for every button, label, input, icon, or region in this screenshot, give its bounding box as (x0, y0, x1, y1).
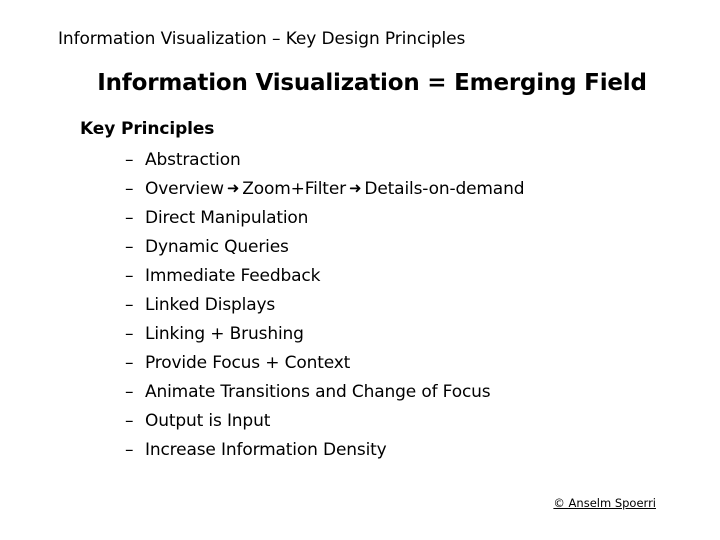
bullet-dash-icon: – (125, 353, 134, 373)
bullet-dash-icon: – (125, 237, 134, 257)
list-item-label-part1: Overview (145, 179, 224, 199)
bullet-dash-icon: – (125, 295, 134, 315)
bullet-dash-icon: – (125, 150, 134, 170)
list-item-label: Linked Displays (145, 295, 276, 315)
slide-body: Key Principles – Abstraction – Overview … (80, 117, 680, 465)
list-item-label: Increase Information Density (145, 440, 387, 460)
list-item: – Provide Focus + Context (80, 349, 680, 378)
slide-header: Information Visualization – Key Design P… (58, 29, 466, 49)
bullet-dash-icon: – (125, 324, 134, 344)
right-arrow-icon: ➜ (348, 179, 362, 197)
list-item: – Overview ➜ Zoom+Filter ➜ Details-on-de… (80, 175, 680, 204)
list-item-label: Provide Focus + Context (145, 353, 351, 373)
list-item-label: Linking + Brushing (145, 324, 304, 344)
slide-title: Information Visualization = Emerging Fie… (97, 70, 647, 96)
list-item: – Linking + Brushing (80, 320, 680, 349)
list-item: – Dynamic Queries (80, 233, 680, 262)
list-item: – Direct Manipulation (80, 204, 680, 233)
list-item: – Increase Information Density (80, 436, 680, 465)
copyright-credit[interactable]: © Anselm Spoerri (553, 496, 656, 510)
bullet-dash-icon: – (125, 411, 134, 431)
bullet-dash-icon: – (125, 179, 134, 199)
list-item-label: Dynamic Queries (145, 237, 289, 257)
list-item-label: Output is Input (145, 411, 271, 431)
list-item: – Immediate Feedback (80, 262, 680, 291)
list-item-label: Immediate Feedback (145, 266, 321, 286)
list-item-label-part2: Zoom+Filter (242, 179, 346, 199)
list-item-label: Abstraction (145, 150, 241, 170)
list-item: – Animate Transitions and Change of Focu… (80, 378, 680, 407)
list-item-label: Animate Transitions and Change of Focus (145, 382, 491, 402)
list-item: – Output is Input (80, 407, 680, 436)
list-item: – Linked Displays (80, 291, 680, 320)
slide-canvas: Information Visualization – Key Design P… (0, 0, 720, 540)
principles-list: – Abstraction – Overview ➜ Zoom+Filter ➜… (80, 146, 680, 465)
bullet-dash-icon: – (125, 382, 134, 402)
bullet-dash-icon: – (125, 266, 134, 286)
bullet-dash-icon: – (125, 208, 134, 228)
list-item-label-part3: Details-on-demand (364, 179, 525, 199)
bullet-dash-icon: – (125, 440, 134, 460)
list-item: – Abstraction (80, 146, 680, 175)
list-item-label: Direct Manipulation (145, 208, 309, 228)
right-arrow-icon: ➜ (226, 179, 240, 197)
section-heading: Key Principles (80, 119, 215, 139)
